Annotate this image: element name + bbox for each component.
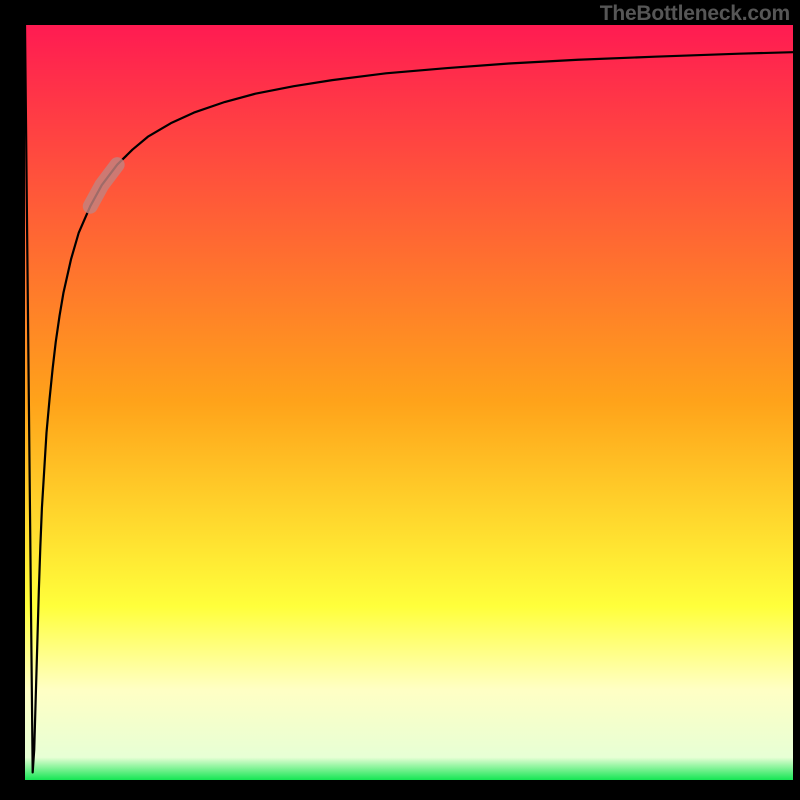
chart-svg — [25, 25, 793, 780]
gradient-background — [25, 25, 793, 780]
chart-plot-area — [25, 25, 793, 780]
watermark-text: TheBottleneck.com — [600, 2, 790, 26]
